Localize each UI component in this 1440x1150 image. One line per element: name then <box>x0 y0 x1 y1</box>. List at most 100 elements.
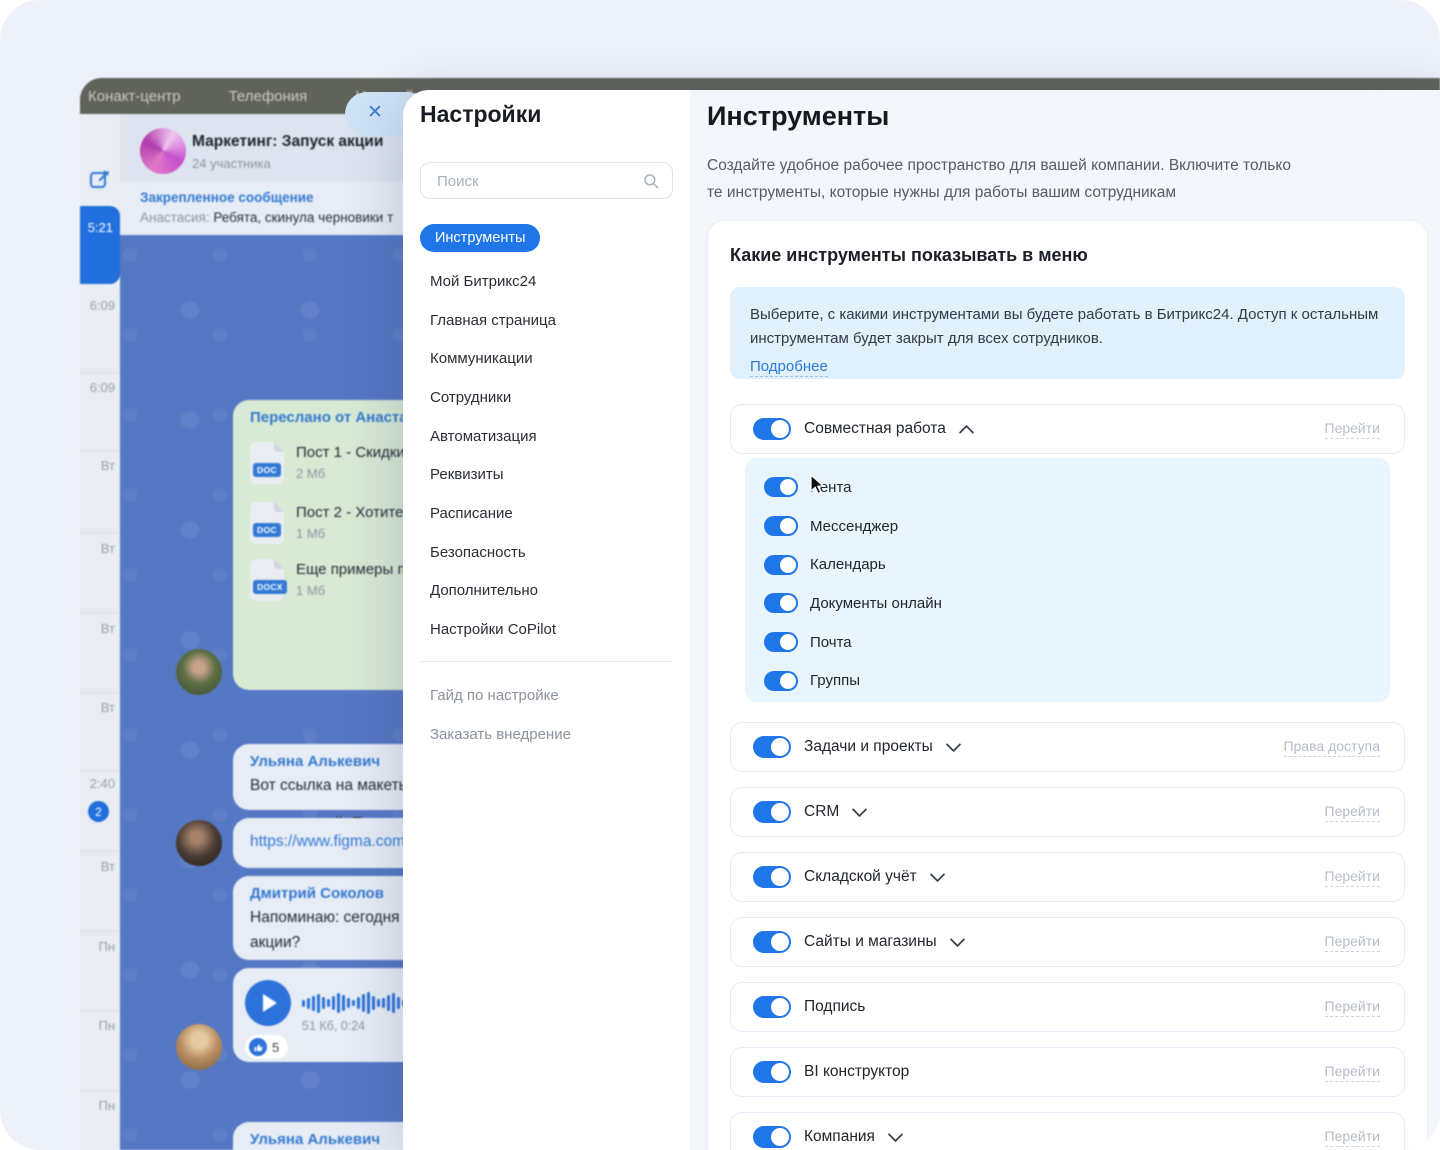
go-to-link[interactable]: Перейти <box>1324 420 1380 439</box>
chat-item-time: Пн <box>98 1098 115 1113</box>
pinned-author: Анастасия: <box>140 210 210 225</box>
chevron-down-icon[interactable] <box>929 866 945 883</box>
go-to-link[interactable]: Перейти <box>1324 868 1380 887</box>
go-to-link[interactable]: Перейти <box>1324 1128 1380 1147</box>
chat-item-time: Пн <box>98 939 115 954</box>
chat-avatar[interactable] <box>140 128 186 174</box>
nav-tab-telephony[interactable]: Телефония <box>229 88 308 105</box>
page-description: Создайте удобное рабочее пространство дл… <box>707 157 1291 201</box>
reaction-pill[interactable]: 5 <box>245 1035 289 1059</box>
unread-count-badge: 2 <box>88 801 109 822</box>
sidebar-item-additional[interactable]: Дополнительно <box>420 572 680 611</box>
card-title: Какие инструменты показывать в меню <box>730 245 1088 265</box>
chat-item-time: Вт <box>100 458 115 473</box>
chat-item-time: 6:09 <box>89 380 115 395</box>
nav-tab-contact-center[interactable]: Конакт-центр <box>88 88 181 105</box>
message-author[interactable]: Дмитрий Соколов <box>250 885 384 902</box>
info-text: инструментам будет закрыт для всех сотру… <box>750 330 1103 347</box>
go-to-link[interactable]: Перейти <box>1324 803 1380 822</box>
chat-item-time: Пн <box>98 1018 115 1033</box>
tool-label: Задачи и проекты <box>804 738 933 755</box>
chat-item-time: 2:40 <box>89 776 115 791</box>
compose-icon[interactable] <box>88 168 112 197</box>
subtool-label: Почта <box>810 633 852 651</box>
sidebar-footer: Гайд по настройке Заказать внедрение <box>420 676 680 753</box>
toggle-sites[interactable] <box>753 931 791 953</box>
sidebar-item-requisites[interactable]: Реквизиты <box>420 455 680 494</box>
toggle-crm[interactable] <box>753 801 791 823</box>
toggle-tasks[interactable] <box>753 736 791 758</box>
go-to-link[interactable]: Перейти <box>1324 933 1380 952</box>
sidebar-item-main-page[interactable]: Главная страница <box>420 301 680 340</box>
chevron-down-icon[interactable] <box>852 801 868 818</box>
order-implementation-link[interactable]: Заказать внедрение <box>420 715 680 754</box>
sidebar-item-communications[interactable]: Коммуникации <box>420 339 680 378</box>
toggle-messenger[interactable] <box>764 516 798 537</box>
file-size: 2 Мб <box>296 466 326 481</box>
message-author[interactable]: Ульяна Алькевич <box>250 1131 380 1148</box>
file-type-badge: DOCX <box>253 580 287 594</box>
toggle-sign[interactable] <box>753 996 791 1018</box>
message-author[interactable]: Ульяна Алькевич <box>250 753 380 770</box>
toggle-calendar[interactable] <box>764 554 798 575</box>
avatar[interactable] <box>176 1024 222 1070</box>
selected-chat-item[interactable]: 5:21 <box>80 206 120 284</box>
sidebar-item-my-bitrix24[interactable]: Мой Битрикс24 <box>420 262 680 301</box>
sidebar-item-employees[interactable]: Сотрудники <box>420 378 680 417</box>
search-icon <box>644 174 659 189</box>
sidebar-item-copilot[interactable]: Настройки CoPilot <box>420 610 680 649</box>
setup-guide-link[interactable]: Гайд по настройке <box>420 676 680 715</box>
file-type-badge: DOC <box>253 523 281 537</box>
chat-item-time: Вт <box>100 859 115 874</box>
toggle-collaboration[interactable] <box>753 418 791 440</box>
subtool-row-docs-online: Документы онлайн <box>764 584 1390 623</box>
info-box: Выберите, с какими инструментами вы буде… <box>730 287 1405 379</box>
doc-file-icon: DOC <box>250 442 284 484</box>
file-size: 1 Мб <box>296 583 326 598</box>
sidebar-item-tools-selected[interactable]: Инструменты <box>420 224 541 252</box>
tool-row-bi-builder: BI конструктор Перейти <box>730 1047 1405 1097</box>
thumbs-up-icon <box>249 1038 267 1056</box>
tool-row-company: Компания Перейти <box>730 1112 1405 1150</box>
chevron-up-icon[interactable] <box>958 424 975 440</box>
tool-label: BI конструктор <box>804 1063 910 1080</box>
tool-row-collaboration: Совместная работа Перейти <box>730 404 1405 454</box>
access-rights-link[interactable]: Права доступа <box>1283 738 1380 757</box>
more-details-link[interactable]: Подробнее <box>750 358 828 377</box>
pinned-text: Ребята, скинула черновики т <box>209 210 394 225</box>
reaction-count: 5 <box>272 1039 280 1055</box>
tool-row-sign: Подпись Перейти <box>730 982 1405 1032</box>
chevron-down-icon[interactable] <box>945 736 962 753</box>
toggle-feed[interactable] <box>764 477 798 498</box>
toggle-groups[interactable] <box>764 670 798 691</box>
chat-list-column: 5:21 6:09 6:09 Вт Вт Вт Вт 2:40 2 Вт Пн … <box>80 114 120 1150</box>
go-to-link[interactable]: Перейти <box>1324 1063 1380 1082</box>
pinned-label: Закрепленное сообщение <box>140 190 314 205</box>
chat-item-time: Вт <box>100 621 115 636</box>
subtool-label: Календарь <box>810 556 886 574</box>
subtool-label: Документы онлайн <box>810 594 942 612</box>
go-to-link[interactable]: Перейти <box>1324 998 1380 1017</box>
docx-file-icon: DOCX <box>250 559 287 601</box>
chevron-down-icon[interactable] <box>887 1126 904 1143</box>
tool-row-inventory: Складской учёт Перейти <box>730 852 1405 902</box>
tool-row-tasks: Задачи и проекты Права доступа <box>730 722 1405 772</box>
play-button[interactable] <box>245 980 291 1026</box>
sidebar-item-schedule[interactable]: Расписание <box>420 494 680 533</box>
toggle-mail[interactable] <box>764 632 798 653</box>
toggle-docs-online[interactable] <box>764 593 798 614</box>
pinned-preview: Анастасия: Ребята, скинула черновики т <box>140 210 393 225</box>
avatar[interactable] <box>176 820 222 866</box>
search-input[interactable] <box>435 163 639 200</box>
avatar[interactable] <box>176 649 222 695</box>
toggle-bi-builder[interactable] <box>753 1061 791 1083</box>
sidebar-item-security[interactable]: Безопасность <box>420 533 680 572</box>
tool-label: Компания <box>804 1128 875 1145</box>
settings-title: Настройки <box>420 101 542 127</box>
subtool-row-messenger: Мессенджер <box>764 507 1390 546</box>
chevron-down-icon[interactable] <box>949 931 965 948</box>
toggle-company[interactable] <box>753 1126 791 1148</box>
screenshot-root: Конакт-центр Телефония Настройки 5:21 6:… <box>0 0 1440 1150</box>
toggle-inventory[interactable] <box>753 866 791 888</box>
sidebar-item-automation[interactable]: Автоматизация <box>420 417 680 456</box>
